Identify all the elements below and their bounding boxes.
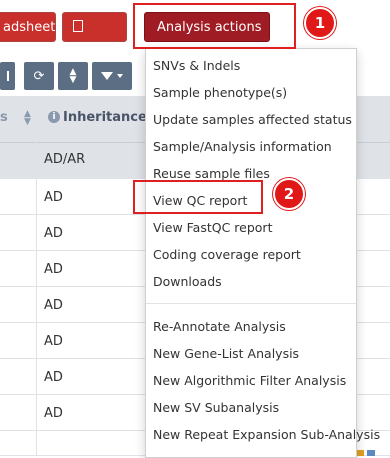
inheritance-cell: AD [44, 298, 63, 313]
filter-button[interactable] [92, 62, 132, 90]
caret-down-icon [117, 74, 123, 78]
step-badge-2-label: 2 [283, 185, 295, 203]
menu-item-new-algorithmic-filter-analysis[interactable]: New Algorithmic Filter Analysis [153, 373, 346, 388]
column-header-partial: s [0, 110, 8, 125]
sort-icon: ▲ ▼ [24, 109, 31, 127]
spreadsheet-button[interactable]: adsheet [0, 12, 56, 42]
refresh-icon: ⟳ [33, 68, 45, 84]
filter-icon [101, 72, 113, 80]
menu-item-coding-coverage-report[interactable]: Coding coverage report [153, 247, 301, 262]
edit-icon[interactable] [367, 450, 375, 456]
menu-item-re-annotate-analysis[interactable]: Re-Annotate Analysis [153, 319, 286, 334]
info-icon: i [48, 111, 60, 123]
step-badge-1-label: 1 [314, 14, 326, 32]
callout-box-2 [133, 180, 263, 214]
menu-divider [146, 303, 356, 304]
column-header-inheritance[interactable]: Inheritance [63, 110, 147, 125]
inheritance-cell: AD [44, 406, 63, 421]
report-button[interactable]: Report [62, 12, 127, 65]
menu-item-sample-phenotypes[interactable]: Sample phenotype(s) [153, 85, 287, 100]
report-icon [73, 20, 83, 32]
menu-item-snvs-indels[interactable]: SNVs & Indels [153, 58, 240, 73]
menu-item-downloads[interactable]: Downloads [153, 274, 222, 289]
menu-item-view-fastqc-report[interactable]: View FastQC report [153, 220, 272, 235]
edit-icon[interactable] [356, 450, 364, 456]
inheritance-cell: AD [44, 190, 63, 205]
inheritance-cell: AD [44, 226, 63, 241]
spreadsheet-label: adsheet [3, 20, 56, 35]
sort-button[interactable]: ▲ ▼ [58, 62, 88, 90]
grip-icon [6, 71, 9, 81]
menu-item-sample-analysis-info[interactable]: Sample/Analysis information [153, 139, 332, 154]
sort-icon: ▲ ▼ [69, 67, 77, 85]
callout-box-1 [133, 3, 296, 49]
menu-item-update-affected-status[interactable]: Update samples affected status [153, 112, 352, 127]
toolbar-left-button[interactable] [0, 62, 15, 90]
menu-item-reuse-sample-files[interactable]: Reuse sample files [153, 166, 270, 181]
step-badge-1: 1 [304, 7, 336, 39]
inheritance-cell: AD [44, 370, 63, 385]
menu-item-new-gene-list-analysis[interactable]: New Gene-List Analysis [153, 346, 299, 361]
inheritance-cell: AD [44, 334, 63, 349]
analysis-actions-menu: SNVs & Indels Sample phenotype(s) Update… [145, 48, 380, 458]
menu-item-new-repeat-expansion-subanalysis[interactable]: New Repeat Expansion Sub-Analysis [153, 427, 380, 442]
inheritance-cell: AD/AR [44, 152, 86, 167]
refresh-button[interactable]: ⟳ [24, 62, 54, 90]
menu-item-new-sv-subanalysis[interactable]: New SV Subanalysis [153, 400, 279, 415]
inheritance-cell: AD [44, 262, 63, 277]
step-badge-2: 2 [273, 178, 305, 210]
